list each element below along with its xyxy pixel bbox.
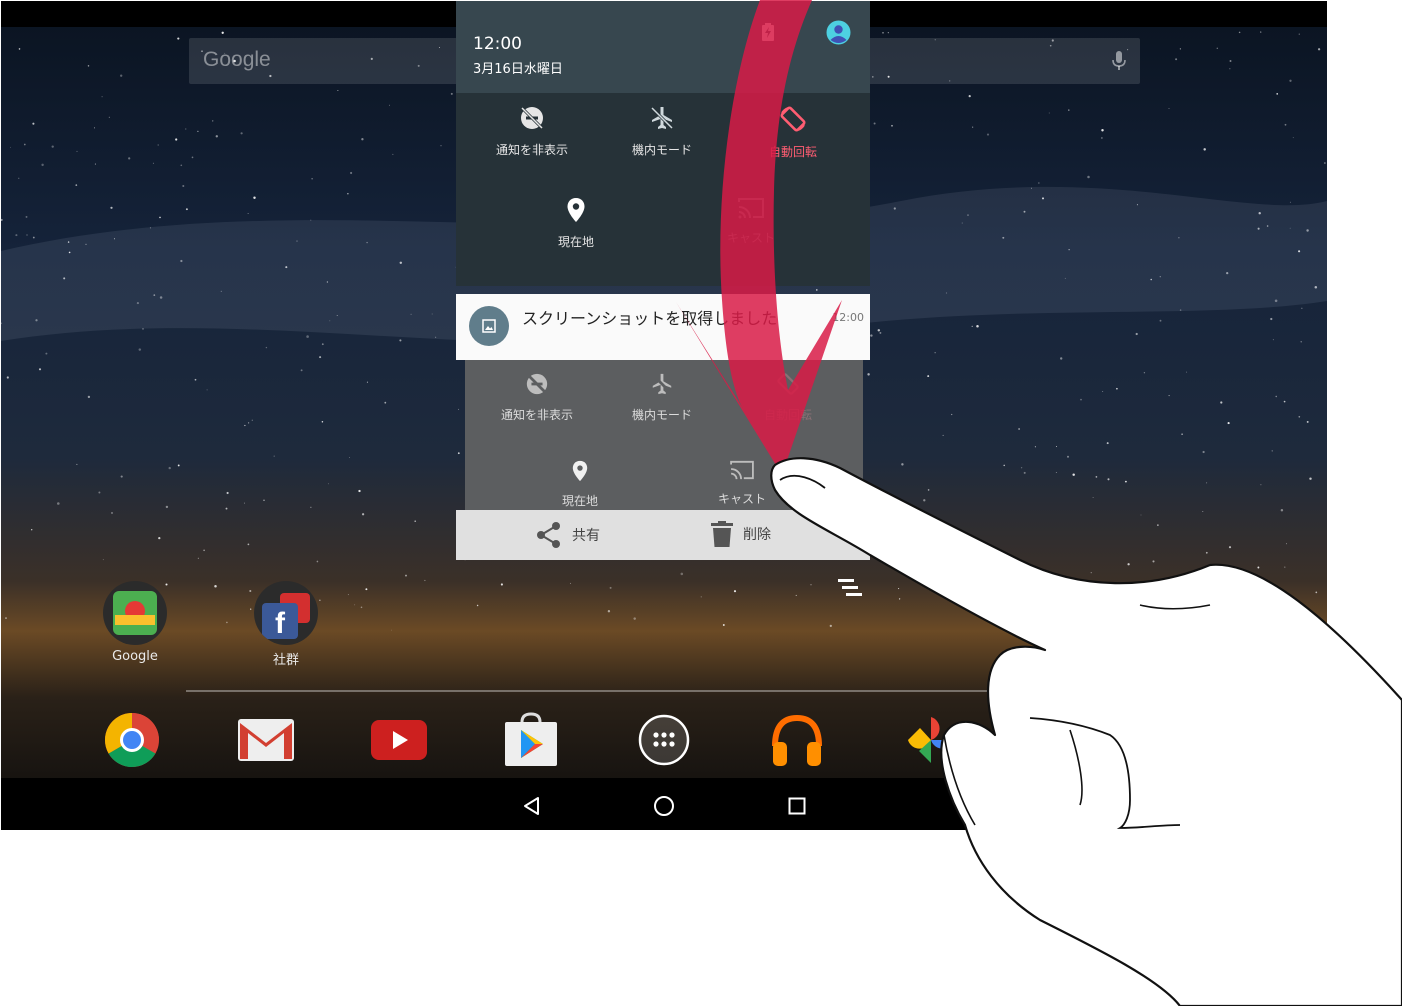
date-label: 3月16日水曜日 (473, 62, 563, 77)
app-label: 社群 (272, 653, 299, 668)
search-label: Google (203, 48, 271, 71)
tile-label: 機内モード (631, 143, 692, 157)
auto-rotate-icon (780, 106, 806, 132)
gmail-icon[interactable] (236, 710, 296, 770)
dock-divider (186, 690, 1056, 692)
notification-shade: 12:00 3月16日水曜日 通知を非表示 機内モード 自動回転 現在地 キャス… (456, 1, 870, 286)
preview-tile-location: 現在地 (515, 460, 645, 509)
shade-header: 12:00 3月16日水曜日 (456, 1, 870, 93)
tile-cast[interactable]: キャスト (686, 197, 816, 246)
tile-label: 機内モード (631, 408, 692, 422)
airplane-mode-icon (650, 106, 674, 130)
app-google-folder[interactable]: Google (100, 581, 170, 664)
tile-label: 通知を非表示 (495, 143, 568, 157)
tile-airplane-mode[interactable]: 機内モード (597, 105, 727, 158)
preview-tile-do-not-disturb: 通知を非表示 (472, 372, 602, 423)
notification-time: 12:00 (832, 311, 864, 324)
tile-label: キャスト (726, 231, 775, 245)
preview-tile-airplane-mode: 機内モード (597, 372, 727, 423)
notification-title: スクリーンショットを取得しました (522, 309, 778, 328)
tile-auto-rotate[interactable]: 自動回転 (728, 105, 858, 160)
tile-location[interactable]: 現在地 (511, 197, 641, 250)
back-icon[interactable] (520, 794, 544, 818)
image-icon (469, 306, 509, 346)
facebook-icon: f (254, 581, 318, 645)
cast-icon (730, 460, 754, 480)
tile-do-not-disturb[interactable]: 通知を非表示 (467, 105, 597, 158)
app-drawer-icon[interactable] (634, 710, 694, 770)
tile-label: 現在地 (561, 494, 598, 508)
share-label: 共有 (572, 528, 600, 544)
share-icon (537, 522, 560, 548)
share-button[interactable]: 共有 (536, 521, 600, 549)
tile-label: 自動回転 (763, 408, 812, 422)
tile-label: キャスト (717, 492, 766, 506)
youtube-icon[interactable] (369, 710, 429, 770)
preview-tile-cast: キャスト (677, 460, 807, 507)
tile-label: 通知を非表示 (500, 408, 573, 422)
mic-icon[interactable] (1112, 51, 1126, 71)
do-not-disturb-icon (526, 373, 548, 395)
screenshot-notification[interactable]: スクリーンショットを取得しました 12:00 (456, 294, 870, 360)
app-social-folder[interactable]: f 社群 (251, 581, 321, 668)
cast-icon (738, 198, 764, 219)
chrome-icon[interactable] (102, 710, 162, 770)
delete-button[interactable]: 削除 (711, 521, 771, 547)
do-not-disturb-icon (520, 106, 544, 130)
clear-all-icon[interactable] (836, 577, 864, 599)
photos-icon[interactable] (901, 710, 961, 770)
app-label: Google (112, 649, 158, 664)
auto-rotate-icon (777, 373, 799, 395)
notification-actions: 共有 削除 (456, 510, 870, 560)
location-icon (567, 198, 585, 222)
play-music-icon[interactable] (767, 710, 827, 770)
location-icon (572, 460, 588, 482)
battery-charging-icon (762, 23, 774, 41)
clock: 12:00 (473, 34, 522, 54)
tile-label: 自動回転 (768, 145, 817, 159)
tile-label: 現在地 (557, 235, 594, 249)
airplane-mode-icon (651, 373, 673, 395)
trash-icon (711, 521, 733, 547)
play-store-icon[interactable] (501, 710, 561, 770)
google-maps-icon (103, 581, 167, 645)
user-avatar-icon[interactable] (826, 20, 851, 45)
preview-tile-auto-rotate: 自動回転 (723, 372, 853, 423)
recents-icon[interactable] (785, 794, 809, 818)
delete-label: 削除 (743, 527, 771, 543)
screenshot-preview[interactable]: 通知を非表示 機内モード 自動回転 現在地 キャスト (465, 360, 863, 510)
home-icon[interactable] (652, 794, 676, 818)
navigation-bar (1, 778, 1327, 830)
